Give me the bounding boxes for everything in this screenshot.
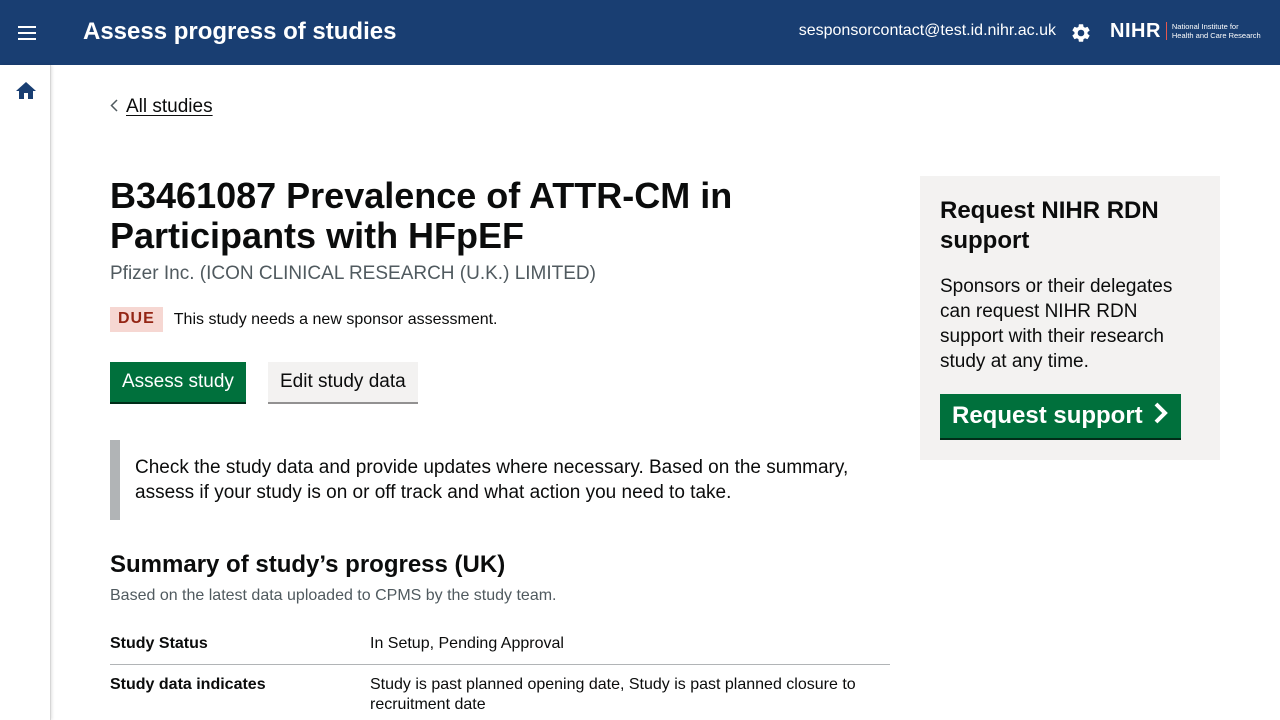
logo-sub-line1: National Institute for — [1171, 22, 1239, 31]
top-header: Assess progress of studies sesponsorcont… — [0, 0, 1280, 65]
logo-word: NIHR — [1110, 19, 1161, 42]
summary-row: Study Status In Setup, Pending Approval — [110, 624, 890, 665]
assess-study-button[interactable]: Assess study — [110, 362, 246, 402]
side-navigation — [0, 65, 51, 720]
summary-key: Study Status — [110, 635, 208, 652]
summary-row: Study data indicates Study is past plann… — [110, 665, 890, 720]
request-support-panel: Request NIHR RDN support Sponsors or the… — [920, 176, 1220, 460]
status-badge: DUE — [110, 307, 163, 332]
summary-subheading: Based on the latest data uploaded to CPM… — [110, 587, 557, 604]
request-support-label: Request support — [952, 402, 1143, 429]
status-row: DUE This study needs a new sponsor asses… — [110, 307, 498, 332]
chevron-right-icon — [1153, 402, 1169, 431]
summary-list: Study Status In Setup, Pending Approval … — [110, 624, 890, 720]
request-support-button[interactable]: Request support — [940, 394, 1181, 438]
summary-value: In Setup, Pending Approval — [370, 635, 564, 652]
aside-text: Sponsors or their delegates can request … — [940, 276, 1173, 372]
page-title: B3461087 Prevalence of ATTR-CM in Partic… — [110, 175, 733, 256]
home-icon[interactable] — [14, 79, 38, 103]
menu-icon[interactable] — [10, 16, 44, 50]
logo-sub-line2: Health and Care Research — [1171, 31, 1261, 40]
status-text: This study needs a new sponsor assessmen… — [173, 310, 498, 328]
user-email: sesponsorcontact@test.id.nihr.ac.uk — [798, 22, 1056, 39]
summary-heading: Summary of study’s progress (UK) — [110, 551, 506, 578]
summary-value: Study is past planned opening date, Stud… — [370, 676, 856, 713]
chevron-left-icon — [110, 96, 118, 118]
back-link-label: All studies — [126, 96, 213, 117]
summary-key: Study data indicates — [110, 676, 266, 693]
gear-icon[interactable] — [1068, 20, 1094, 46]
inset-text: Check the study data and provide updates… — [110, 440, 890, 520]
back-link[interactable]: All studies — [110, 96, 213, 118]
edit-study-data-button[interactable]: Edit study data — [268, 362, 418, 402]
logo-subtitle: National Institute for Health and Care R… — [1172, 22, 1261, 40]
aside-title: Request NIHR RDN support — [940, 197, 1159, 254]
nihr-logo[interactable]: NIHR National Institute for Health and C… — [1110, 18, 1268, 44]
app-title[interactable]: Assess progress of studies — [83, 18, 396, 46]
logo-divider — [1165, 22, 1167, 40]
sponsor-caption: Pfizer Inc. (ICON CLINICAL RESEARCH (U.K… — [110, 263, 596, 284]
